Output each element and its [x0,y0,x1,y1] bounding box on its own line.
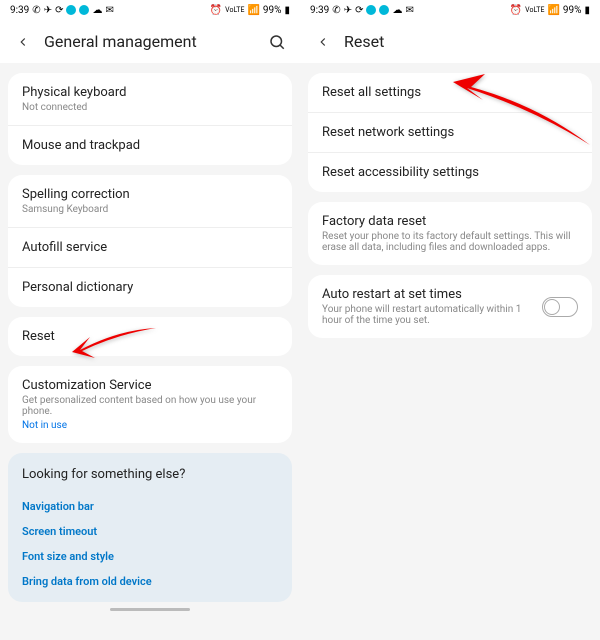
item-factory-data-reset[interactable]: Factory data reset Reset your phone to i… [308,202,592,265]
item-autofill-service[interactable]: Autofill service [8,227,292,267]
link-screen-timeout[interactable]: Screen timeout [22,519,278,544]
content-scroll[interactable]: Reset all settings Reset network setting… [300,63,600,640]
gesture-indicator [110,608,190,611]
item-reset-network-settings[interactable]: Reset network settings [308,112,592,152]
item-customization-service[interactable]: Customization Service Get personalized c… [8,366,292,443]
whatsapp-icon: ✆ [32,5,40,16]
item-title: Reset accessibility settings [322,165,578,180]
group-reset-options: Reset all settings Reset network setting… [308,73,592,192]
status-right: ⏰ VoLTE 📶 99% ▮ [210,5,290,16]
chevron-left-icon [16,35,30,49]
whatsapp-icon: ✆ [332,5,340,16]
item-title: Reset [22,329,278,344]
item-auto-restart[interactable]: Auto restart at set times Your phone wil… [308,275,592,338]
group-input-devices: Physical keyboard Not connected Mouse an… [8,73,292,165]
cloud-icon: ☁ [92,5,102,16]
group-customization: Customization Service Get personalized c… [8,366,292,443]
battery-icon: ▮ [284,5,290,16]
item-reset-accessibility-settings[interactable]: Reset accessibility settings [308,152,592,192]
alarm-icon: ⏰ [510,5,522,16]
item-title: Autofill service [22,240,278,255]
mail-icon: ✉ [405,5,413,16]
sync-icon: ⟳ [355,5,363,16]
battery-icon: ▮ [584,5,590,16]
item-reset-all-settings[interactable]: Reset all settings [308,73,592,112]
item-physical-keyboard[interactable]: Physical keyboard Not connected [8,73,292,125]
related-links-panel: Looking for something else? Navigation b… [8,453,292,602]
group-auto-restart: Auto restart at set times Your phone wil… [308,275,592,338]
back-button[interactable] [14,33,32,51]
item-title: Spelling correction [22,187,278,202]
group-factory-reset: Factory data reset Reset your phone to i… [308,202,592,265]
item-title: Factory data reset [322,214,578,229]
item-subtitle: Reset your phone to its factory default … [322,231,578,253]
item-title: Reset all settings [322,85,578,100]
page-title: General management [44,32,256,51]
telegram-icon: ✈ [344,5,352,16]
page-title: Reset [344,32,586,51]
link-bring-data[interactable]: Bring data from old device [22,569,278,594]
telegram-icon: ✈ [44,5,52,16]
status-left: 9:39 ✆ ✈ ⟳ ☁ ✉ [310,5,414,16]
app-dot-2-icon [79,5,89,15]
group-reset: Reset [8,317,292,356]
item-subtitle: Not connected [22,102,278,113]
link-navigation-bar[interactable]: Navigation bar [22,494,278,519]
general-management-screen: 9:39 ✆ ✈ ⟳ ☁ ✉ ⏰ VoLTE 📶 99% ▮ General m… [0,0,300,640]
status-bar: 9:39 ✆ ✈ ⟳ ☁ ✉ ⏰ VoLTE 📶 99% ▮ [0,0,300,20]
item-title: Auto restart at set times [322,287,532,302]
item-title: Personal dictionary [22,280,278,295]
back-button[interactable] [314,33,332,51]
chevron-left-icon [316,35,330,49]
status-time: 9:39 [10,5,29,16]
item-spelling-correction[interactable]: Spelling correction Samsung Keyboard [8,175,292,227]
reset-screen: 9:39 ✆ ✈ ⟳ ☁ ✉ ⏰ VoLTE 📶 99% ▮ Reset Res… [300,0,600,640]
header-bar: Reset [300,20,600,63]
app-dot-1-icon [366,5,376,15]
item-status-link: Not in use [22,420,278,431]
alarm-icon: ⏰ [210,5,222,16]
auto-restart-toggle[interactable] [542,297,578,317]
item-title: Physical keyboard [22,85,278,100]
battery-percent: 99% [263,5,282,16]
item-subtitle: Get personalized content based on how yo… [22,395,278,417]
app-dot-1-icon [66,5,76,15]
item-subtitle: Samsung Keyboard [22,204,278,215]
signal-icon: 📶 [547,5,559,16]
status-bar: 9:39 ✆ ✈ ⟳ ☁ ✉ ⏰ VoLTE 📶 99% ▮ [300,0,600,20]
related-heading: Looking for something else? [22,467,278,482]
item-mouse-trackpad[interactable]: Mouse and trackpad [8,125,292,165]
item-title: Reset network settings [322,125,578,140]
status-left: 9:39 ✆ ✈ ⟳ ☁ ✉ [10,5,114,16]
group-text-input: Spelling correction Samsung Keyboard Aut… [8,175,292,307]
status-right: ⏰ VoLTE 📶 99% ▮ [510,5,590,16]
item-subtitle: Your phone will restart automatically wi… [322,304,532,326]
link-font-size-style[interactable]: Font size and style [22,544,278,569]
volte-icon: VoLTE [225,6,244,14]
content-scroll[interactable]: Physical keyboard Not connected Mouse an… [0,63,300,640]
header-bar: General management [0,20,300,63]
item-title: Mouse and trackpad [22,138,278,153]
volte-icon: VoLTE [525,6,544,14]
search-button[interactable] [268,33,286,51]
mail-icon: ✉ [105,5,113,16]
status-time: 9:39 [310,5,329,16]
item-title: Customization Service [22,378,278,393]
item-reset[interactable]: Reset [8,317,292,356]
cloud-icon: ☁ [392,5,402,16]
sync-icon: ⟳ [55,5,63,16]
item-personal-dictionary[interactable]: Personal dictionary [8,267,292,307]
signal-icon: 📶 [247,5,259,16]
battery-percent: 99% [563,5,582,16]
search-icon [268,33,286,51]
app-dot-2-icon [379,5,389,15]
